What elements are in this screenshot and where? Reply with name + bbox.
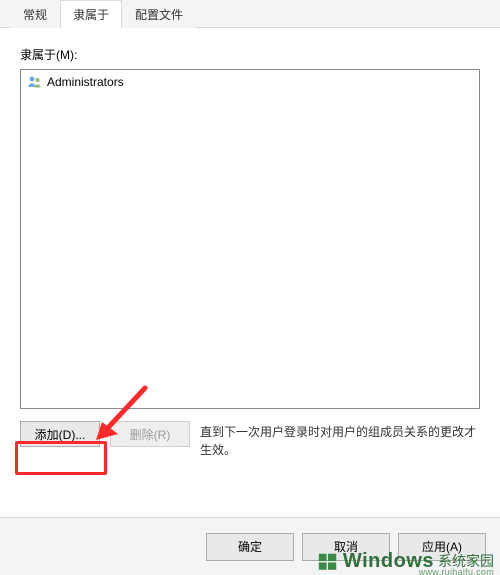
memberof-actions-row: 添加(D)... 删除(R) 直到下一次用户登录时对用户的组成员关系的更改才生效…	[20, 421, 480, 459]
apply-button[interactable]: 应用(A)	[398, 533, 486, 561]
remove-button: 删除(R)	[110, 421, 190, 447]
list-item-label: Administrators	[47, 75, 124, 89]
memberof-listbox[interactable]: Administrators	[20, 69, 480, 409]
memberof-label: 隶属于(M):	[20, 46, 480, 63]
group-icon	[27, 74, 43, 90]
tab-body-memberof: 隶属于(M): Administrators 添加(D)... 删除(R) 直到…	[0, 28, 500, 517]
tab-memberof[interactable]: 隶属于	[60, 0, 122, 29]
tab-profile[interactable]: 配置文件	[122, 0, 196, 28]
properties-dialog: 常规 隶属于 配置文件 隶属于(M): Administrators 添加(D)…	[0, 0, 500, 575]
add-button[interactable]: 添加(D)...	[20, 421, 100, 447]
memberof-hint: 直到下一次用户登录时对用户的组成员关系的更改才生效。	[200, 421, 480, 459]
ok-button[interactable]: 确定	[206, 533, 294, 561]
dialog-button-bar: 确定 取消 应用(A)	[0, 517, 500, 575]
tab-general[interactable]: 常规	[10, 0, 60, 28]
list-item[interactable]: Administrators	[23, 72, 477, 92]
tab-strip: 常规 隶属于 配置文件	[0, 0, 500, 28]
cancel-button[interactable]: 取消	[302, 533, 390, 561]
